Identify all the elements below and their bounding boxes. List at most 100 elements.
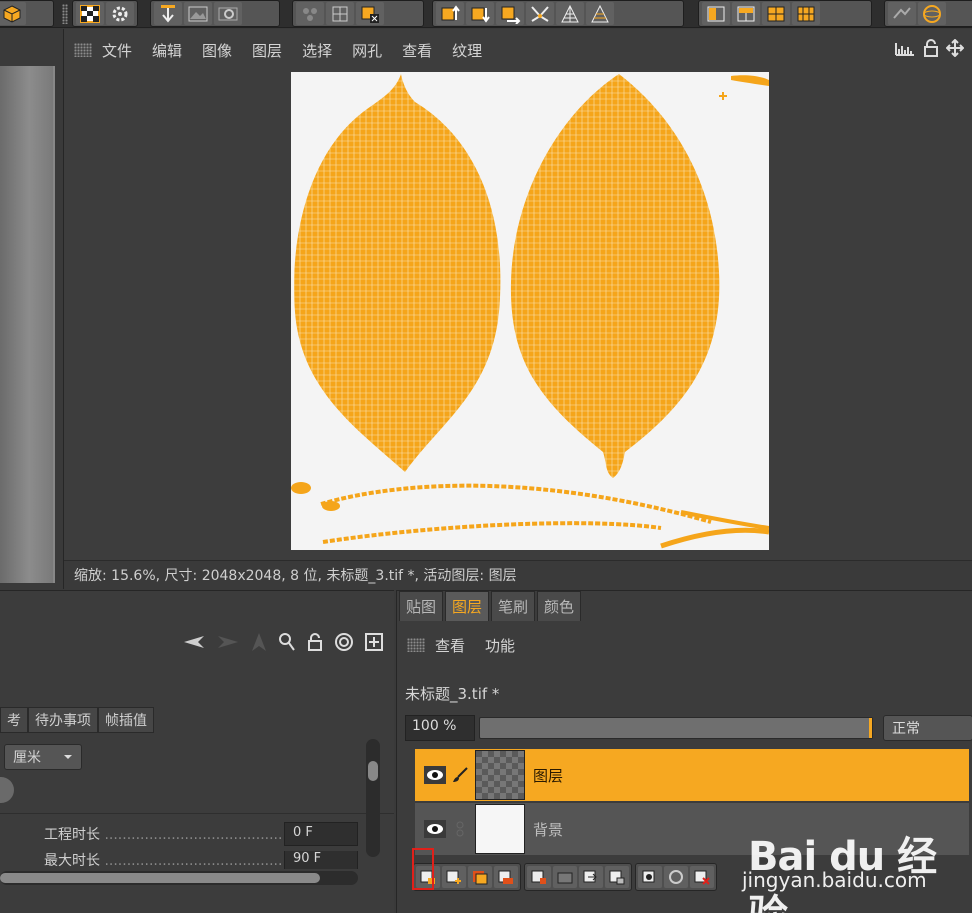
tab-textures[interactable]: 贴图: [399, 591, 444, 621]
vertical-scrollbar[interactable]: [366, 739, 380, 857]
menu-functions[interactable]: 功能: [485, 635, 515, 656]
rounded-button[interactable]: [0, 777, 14, 803]
uv-strip-4: [680, 510, 770, 530]
lock-icon[interactable]: [306, 632, 324, 652]
layer-folder-button[interactable]: [553, 866, 577, 888]
move-view-icon[interactable]: [946, 39, 964, 57]
prop-row-project-length: 工程时长 0 F: [44, 821, 358, 847]
layer-merge-button[interactable]: [579, 866, 603, 888]
uv-move-right-button[interactable]: [496, 2, 524, 25]
duplicate-layer-button[interactable]: [494, 866, 518, 888]
scene-tool-button[interactable]: [184, 2, 212, 25]
menu-file[interactable]: 文件: [102, 40, 132, 61]
layer-flatten-button[interactable]: [605, 866, 629, 888]
opacity-slider[interactable]: [479, 717, 873, 739]
menu-grip[interactable]: [74, 43, 92, 57]
prop-value-field[interactable]: 90 F: [284, 851, 358, 869]
target-icon[interactable]: [334, 632, 354, 652]
pattern-tool-button[interactable]: [214, 2, 242, 25]
opacity-slider-handle[interactable]: [869, 718, 872, 738]
layout-split-icon: [737, 6, 755, 21]
layout-icon: [707, 6, 725, 21]
tab-interpolation[interactable]: 帧插值: [98, 707, 154, 733]
uv-move-up-button[interactable]: [436, 2, 464, 25]
dots-icon: [303, 7, 317, 21]
group-objects-button[interactable]: [296, 2, 324, 25]
blend-mode-dropdown[interactable]: 正常: [883, 715, 972, 741]
layout-1-button[interactable]: [702, 2, 730, 25]
snap-button[interactable]: [888, 2, 916, 25]
layer-name: 图层: [533, 766, 564, 785]
lock-icon[interactable]: [922, 39, 940, 57]
menu-view[interactable]: 查看: [402, 40, 432, 61]
toolbar-grip[interactable]: [62, 4, 68, 24]
uv-arrow-right-icon: [501, 6, 521, 24]
menu-texture[interactable]: 纹理: [452, 40, 482, 61]
layer-panel-tabs: 贴图 图层 笔刷 颜色: [397, 591, 582, 621]
texture-canvas[interactable]: [291, 72, 770, 550]
unit-dropdown[interactable]: 厘米: [4, 744, 82, 770]
attribute-manager: 考 待办事项 帧插值 厘米 工程时长 0 F 最大时长 90 F: [0, 590, 394, 913]
layout-4-button[interactable]: [792, 2, 820, 25]
layer-toolbar-group-2: [524, 863, 632, 891]
brush-icon[interactable]: [451, 766, 469, 784]
scrollbar-thumb[interactable]: [0, 873, 320, 883]
uv-fold-button[interactable]: [526, 2, 554, 25]
checker-render-button[interactable]: [76, 2, 104, 25]
add-panel-icon[interactable]: [364, 632, 384, 652]
forward-arrow-icon[interactable]: [216, 633, 240, 651]
fold-icon: [531, 5, 549, 22]
search-icon[interactable]: [278, 632, 296, 652]
histogram-icon[interactable]: [894, 39, 916, 57]
scrollbar-thumb[interactable]: [368, 761, 378, 781]
menu-view[interactable]: 查看: [435, 635, 465, 656]
add-layer-button[interactable]: [442, 866, 466, 888]
layer-effect-button[interactable]: [638, 866, 662, 888]
tab-reference[interactable]: 考: [0, 707, 28, 733]
prop-value-field[interactable]: 0 F: [284, 822, 358, 846]
menu-grip[interactable]: [407, 638, 425, 652]
layout-2-button[interactable]: [732, 2, 760, 25]
back-arrow-icon[interactable]: [182, 633, 206, 651]
up-arrow-icon[interactable]: [250, 631, 268, 653]
menu-edit[interactable]: 编辑: [152, 40, 182, 61]
menu-select[interactable]: 选择: [302, 40, 332, 61]
uv-mesh-alt-button[interactable]: [586, 2, 614, 25]
attribute-tabs: 考 待办事项 帧插值: [0, 707, 154, 733]
uv-mesh-image: [291, 74, 770, 549]
menu-layer[interactable]: 图层: [252, 40, 282, 61]
layer-toolbar-group-3: [635, 863, 717, 891]
opacity-field[interactable]: 100 %: [405, 715, 475, 741]
tab-brushes[interactable]: 笔刷: [491, 591, 536, 621]
uv-arrow-up-icon: [441, 4, 460, 20]
arrow-down-icon: [161, 4, 175, 23]
eye-icon[interactable]: [423, 817, 447, 841]
uv-strip-2: [322, 521, 662, 544]
tab-todo[interactable]: 待办事项: [28, 707, 98, 733]
fill-layer-button[interactable]: [468, 866, 492, 888]
link-icon[interactable]: [451, 820, 469, 838]
uv-strip-3: [660, 527, 770, 549]
sphere-button[interactable]: [918, 2, 946, 25]
cube-tool-button[interactable]: [0, 2, 26, 25]
grid-object-button[interactable]: [326, 2, 354, 25]
layer-adjust-button[interactable]: [664, 866, 688, 888]
watermark-site: jingyan.baidu.com: [742, 868, 927, 892]
viewport-preview[interactable]: [0, 66, 55, 583]
layout-3-button[interactable]: [762, 2, 790, 25]
render-settings-button[interactable]: [106, 2, 134, 25]
uv-move-down-button[interactable]: [466, 2, 494, 25]
delete-object-button[interactable]: [356, 2, 384, 25]
layer-mask-button[interactable]: [527, 866, 551, 888]
menu-image[interactable]: 图像: [202, 40, 232, 61]
tab-layers[interactable]: 图层: [445, 591, 490, 621]
horizontal-scrollbar[interactable]: [0, 871, 358, 885]
layer-delete-button[interactable]: [690, 866, 714, 888]
tab-colors[interactable]: 颜色: [537, 591, 582, 621]
layer-menu-bar: 查看 功能: [397, 631, 535, 659]
uv-mesh-button[interactable]: [556, 2, 584, 25]
eye-icon[interactable]: [423, 763, 447, 787]
move-tool-button[interactable]: [154, 2, 182, 25]
menu-mesh[interactable]: 网孔: [352, 40, 382, 61]
layer-row-selected[interactable]: 图层: [415, 749, 969, 801]
